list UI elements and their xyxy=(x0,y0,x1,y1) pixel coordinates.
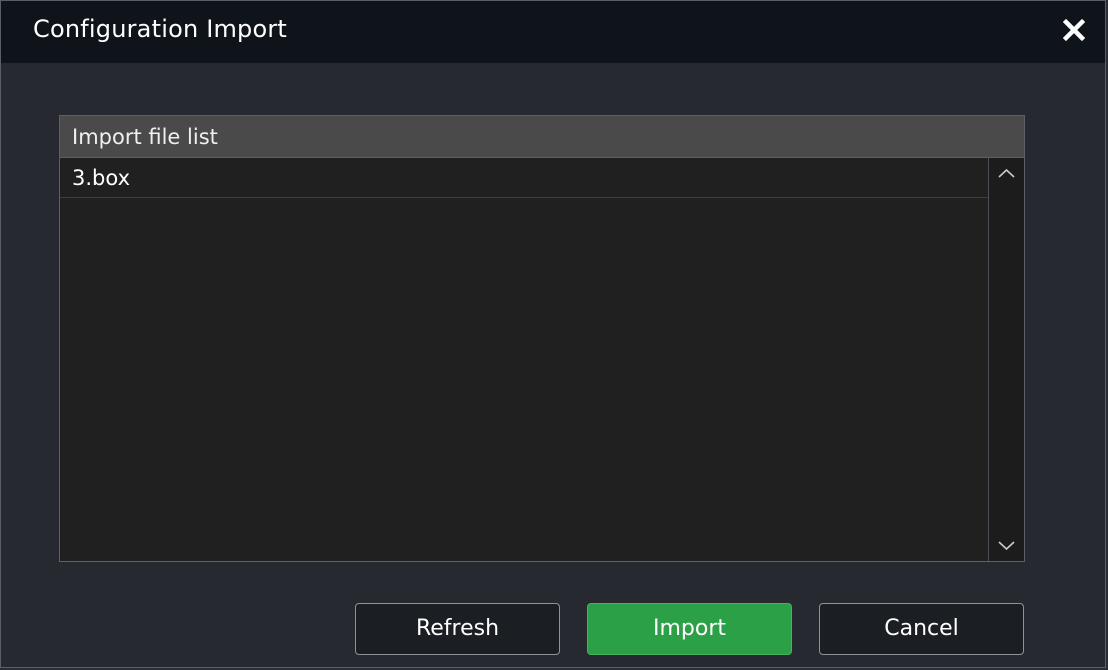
list-item-label: 3.box xyxy=(72,166,130,190)
list-body: 3.box xyxy=(60,158,988,561)
chevron-down-icon[interactable] xyxy=(989,529,1024,561)
import-button[interactable]: Import xyxy=(587,603,792,655)
list-scrollbar[interactable] xyxy=(988,158,1024,561)
close-icon[interactable] xyxy=(1057,13,1091,47)
dialog-title: Configuration Import xyxy=(33,15,288,43)
dialog-titlebar: Configuration Import xyxy=(1,1,1105,63)
chevron-up-icon[interactable] xyxy=(989,158,1024,190)
import-file-list: Import file list 3.box xyxy=(59,115,1025,562)
list-item[interactable]: 3.box xyxy=(60,158,988,198)
scroll-track[interactable] xyxy=(991,192,1022,527)
refresh-button[interactable]: Refresh xyxy=(355,603,560,655)
configuration-import-dialog: Configuration Import Import file list 3.… xyxy=(0,0,1106,668)
list-header-label: Import file list xyxy=(72,125,218,149)
cancel-button[interactable]: Cancel xyxy=(819,603,1024,655)
list-header: Import file list xyxy=(60,116,1024,158)
